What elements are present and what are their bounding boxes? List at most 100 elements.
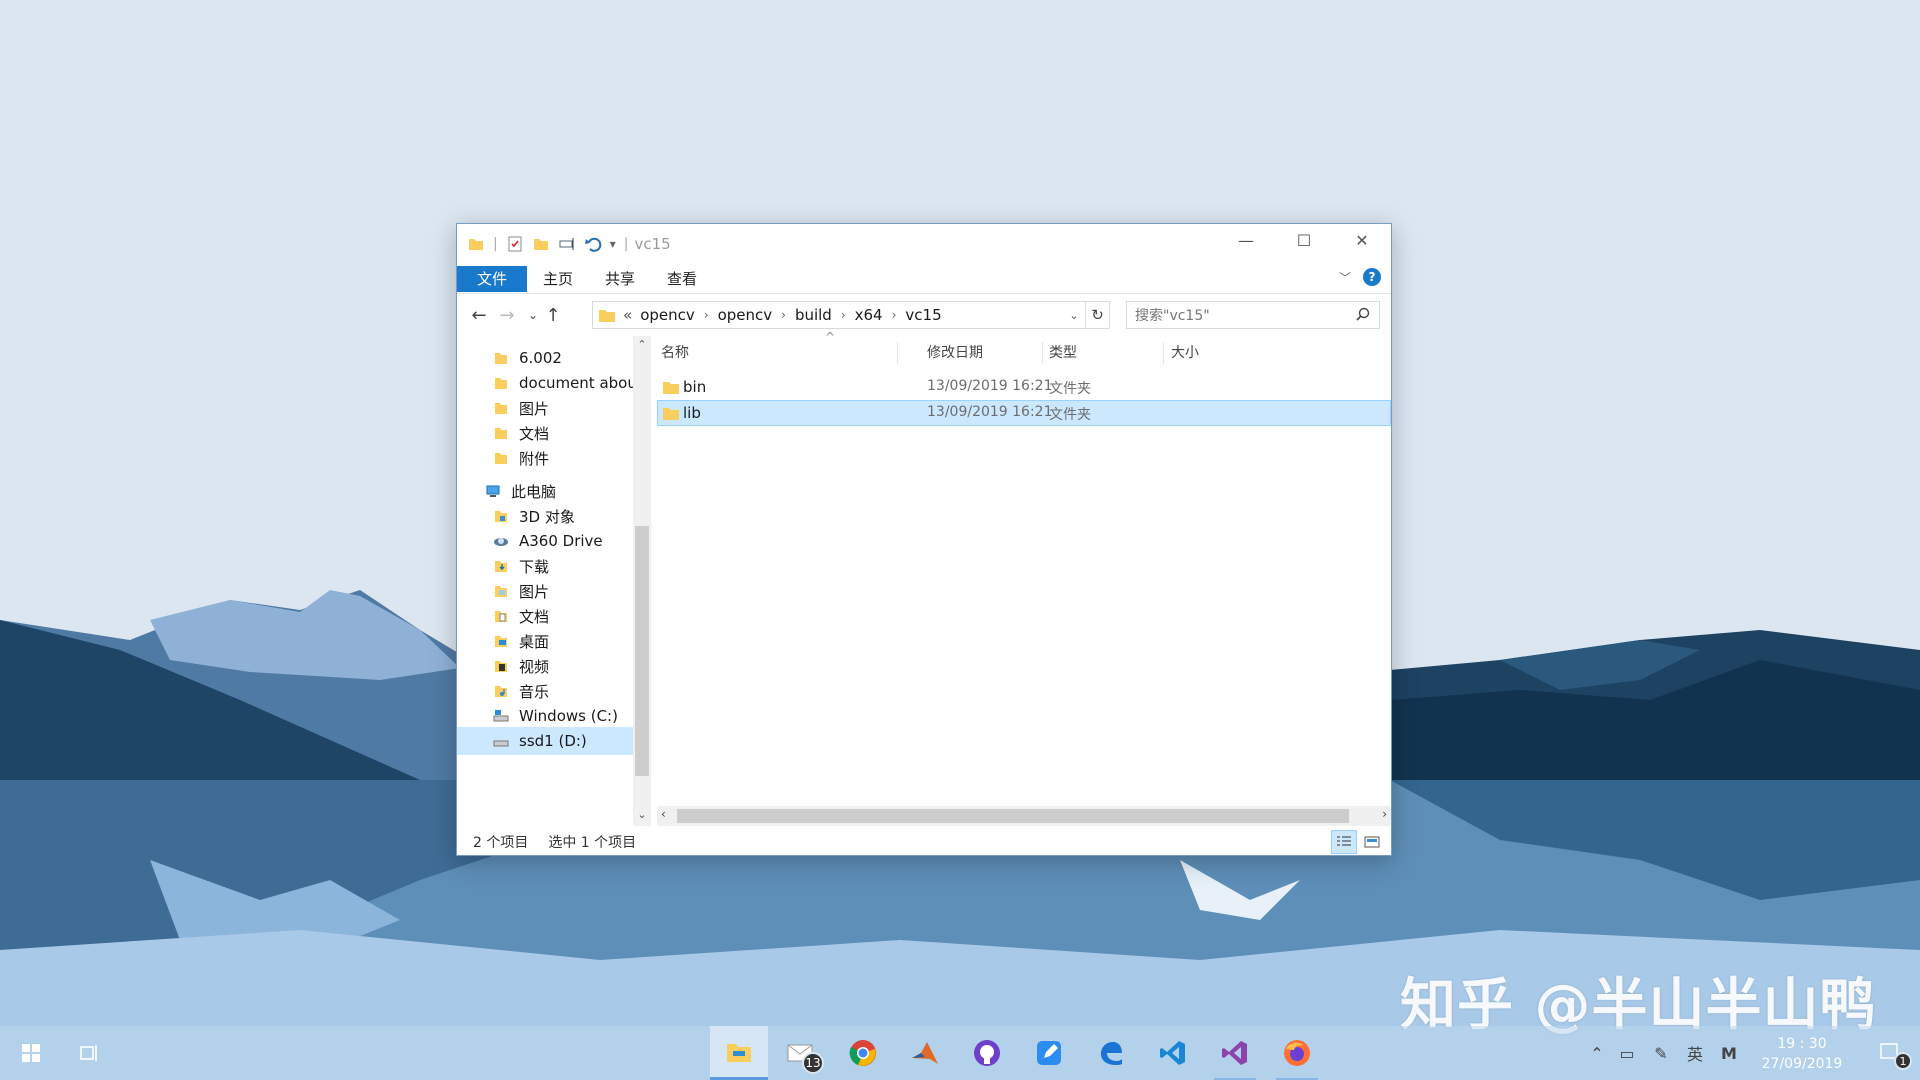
show-hidden-icons-icon[interactable]: ⌃ xyxy=(1584,1044,1610,1063)
properties-icon[interactable] xyxy=(506,235,524,253)
nav-pane-scrollbar[interactable]: ⌃ ⌄ xyxy=(633,336,651,826)
task-view-button[interactable] xyxy=(60,1026,118,1080)
file-modified: 13/09/2019 16:21 xyxy=(927,378,1053,394)
chevron-right-icon[interactable]: › xyxy=(781,308,786,322)
chevron-right-icon[interactable]: › xyxy=(704,308,709,322)
scroll-right-icon[interactable]: › xyxy=(1382,807,1387,821)
nav-item-label: 附件 xyxy=(519,449,550,468)
nav-item-desktop[interactable]: 桌面 xyxy=(493,627,549,655)
expand-ribbon-icon[interactable]: ﹀ xyxy=(1339,269,1351,286)
taskbar-edge[interactable] xyxy=(1082,1026,1140,1080)
scroll-left-icon[interactable]: ‹ xyxy=(661,807,666,821)
taskbar-matlab[interactable] xyxy=(896,1026,954,1080)
notes-icon xyxy=(1037,1041,1061,1065)
tab-share[interactable]: 共享 xyxy=(589,266,651,292)
refresh-icon[interactable]: ↻ xyxy=(1085,302,1109,328)
nav-item-documents[interactable]: 文档 xyxy=(493,602,549,630)
nav-item-this-pc[interactable]: 此电脑 xyxy=(485,477,556,505)
column-header-modified[interactable]: 修改日期 xyxy=(927,336,983,368)
breadcrumb-build[interactable]: build xyxy=(795,306,832,324)
maximize-button[interactable]: ☐ xyxy=(1275,224,1333,256)
column-divider[interactable] xyxy=(1163,342,1164,364)
horizontal-scrollbar[interactable]: ‹ › xyxy=(657,806,1391,826)
customize-dropdown-icon[interactable]: ▾ xyxy=(610,237,616,251)
drive-c-icon xyxy=(493,710,509,722)
action-center-button[interactable]: 1 xyxy=(1862,1026,1920,1080)
file-list[interactable]: ^ 名称 修改日期 类型 大小 bin 13/09/2019 16:21 文件夹… xyxy=(657,330,1391,804)
large-icons-view-icon xyxy=(1364,836,1380,848)
tab-view[interactable]: 查看 xyxy=(651,266,713,292)
nav-item-a360-drive[interactable]: A360 Drive xyxy=(493,527,603,555)
scroll-up-icon[interactable]: ⌃ xyxy=(633,338,651,351)
title-bar[interactable]: | ▾ | vc15 — ☐ ✕ xyxy=(457,224,1391,264)
nav-item-drive-d[interactable]: ssd1 (D:) xyxy=(457,727,633,755)
ribbon-tabs: 文件 主页 共享 查看 ﹀ ? xyxy=(457,264,1391,294)
taskbar-firefox[interactable] xyxy=(1268,1026,1326,1080)
taskbar-vscode[interactable] xyxy=(1144,1026,1202,1080)
scrollbar-thumb[interactable] xyxy=(635,526,649,776)
column-header-size[interactable]: 大小 xyxy=(1171,336,1199,368)
minimize-button[interactable]: — xyxy=(1217,224,1275,256)
large-icons-view-button[interactable] xyxy=(1359,830,1385,854)
up-button[interactable]: ↑ xyxy=(539,301,567,329)
nav-item-downloads[interactable]: 下载 xyxy=(493,552,549,580)
breadcrumb-x64[interactable]: x64 xyxy=(855,306,883,324)
file-row-bin[interactable]: bin 13/09/2019 16:21 文件夹 xyxy=(657,374,1391,400)
taskbar-chrome[interactable] xyxy=(834,1026,892,1080)
nav-item-drive-c[interactable]: Windows (C:) xyxy=(493,702,618,730)
taskbar-file-explorer[interactable] xyxy=(710,1026,768,1080)
column-divider[interactable] xyxy=(1042,342,1043,364)
file-explorer-window[interactable]: | ▾ | vc15 — ☐ ✕ 文件 主页 共享 查看 ﹀ ? ← → ⌄ ↑ xyxy=(456,223,1392,856)
help-icon[interactable]: ? xyxy=(1363,268,1381,286)
chevron-down-icon[interactable]: ⌄ xyxy=(1063,309,1085,322)
details-view-button[interactable] xyxy=(1331,830,1357,854)
nav-item-attachments[interactable]: 附件 xyxy=(493,444,549,472)
address-overflow[interactable]: « xyxy=(623,306,632,324)
scrollbar-thumb[interactable] xyxy=(677,809,1349,823)
scroll-down-icon[interactable]: ⌄ xyxy=(633,808,651,821)
taskbar-mail[interactable]: 13 xyxy=(772,1026,830,1080)
close-button[interactable]: ✕ xyxy=(1333,224,1391,256)
chevron-right-icon[interactable]: › xyxy=(841,308,846,322)
forward-button[interactable]: → xyxy=(493,301,521,329)
back-button[interactable]: ← xyxy=(465,301,493,329)
column-header-type[interactable]: 类型 xyxy=(1049,336,1077,368)
address-bar[interactable]: « opencv › opencv › build › x64 › vc15 ⌄… xyxy=(592,301,1110,329)
column-divider[interactable] xyxy=(897,342,898,364)
tab-file[interactable]: 文件 xyxy=(457,265,527,292)
nav-item-3d-objects[interactable]: 3D 对象 xyxy=(493,502,575,530)
nav-item-music[interactable]: 音乐 xyxy=(493,677,549,705)
taskbar-visual-studio[interactable] xyxy=(1206,1026,1264,1080)
nav-item-pictures-folder[interactable]: 图片 xyxy=(493,394,549,422)
chevron-right-icon[interactable]: › xyxy=(892,308,897,322)
file-row-lib[interactable]: lib 13/09/2019 16:21 文件夹 xyxy=(657,400,1391,426)
desktop-icon xyxy=(495,636,507,647)
ime-language[interactable]: 英 xyxy=(1678,1041,1712,1065)
undo-icon[interactable] xyxy=(584,235,602,253)
taskbar-notes[interactable] xyxy=(1020,1026,1078,1080)
visual-studio-icon xyxy=(1222,1041,1247,1065)
nav-item-document[interactable]: document abou xyxy=(493,369,637,397)
new-folder-icon[interactable] xyxy=(532,235,550,253)
nav-item-6-002[interactable]: 6.002 xyxy=(493,344,562,372)
breadcrumb-vc15[interactable]: vc15 xyxy=(905,306,941,324)
taskbar-github[interactable] xyxy=(958,1026,1016,1080)
start-button[interactable] xyxy=(2,1026,60,1080)
search-icon[interactable] xyxy=(1355,307,1371,323)
nav-item-videos[interactable]: 视频 xyxy=(493,652,549,680)
navigation-pane[interactable]: 6.002 document abou 图片 文档 附件 此电脑 3D 对象 A… xyxy=(457,336,653,826)
column-header-name[interactable]: 名称 xyxy=(661,336,689,368)
breadcrumb-opencv-2[interactable]: opencv xyxy=(718,306,773,324)
clock[interactable]: 19 : 30 27/09/2019 xyxy=(1750,1034,1854,1074)
tab-home[interactable]: 主页 xyxy=(527,266,589,292)
rename-icon[interactable] xyxy=(558,235,576,253)
nav-item-documents-folder[interactable]: 文档 xyxy=(493,419,549,447)
ime-mode[interactable]: M xyxy=(1712,1044,1746,1063)
battery-icon[interactable]: ▭ xyxy=(1610,1044,1644,1063)
breadcrumb-opencv-1[interactable]: opencv xyxy=(640,306,695,324)
pen-icon[interactable]: ✎ xyxy=(1644,1044,1678,1063)
search-input[interactable]: 搜索"vc15" xyxy=(1126,301,1380,329)
sort-ascending-icon: ^ xyxy=(825,330,836,344)
3d-objects-icon xyxy=(495,511,507,522)
nav-item-pictures[interactable]: 图片 xyxy=(493,577,549,605)
